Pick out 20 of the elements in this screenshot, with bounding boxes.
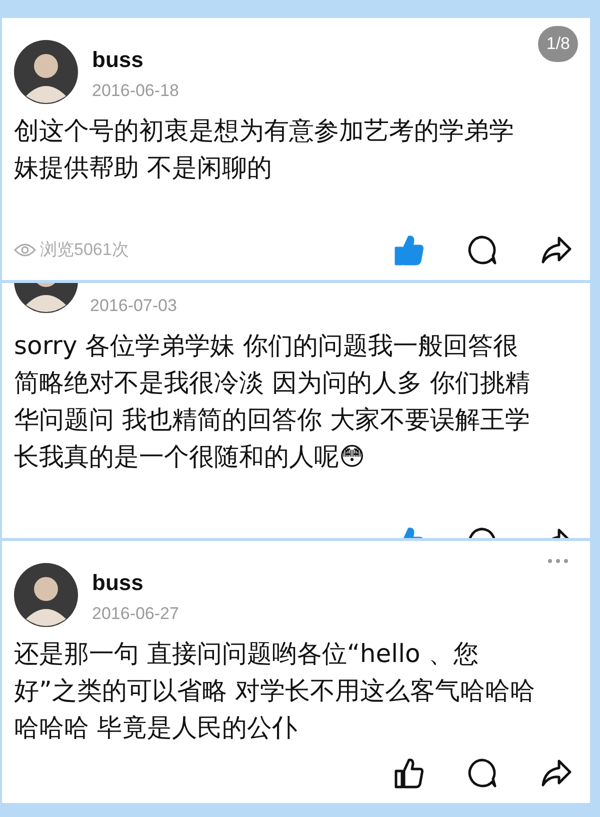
post-date: 2016-07-03 (90, 295, 177, 317)
page-counter: 1/8 (538, 26, 578, 62)
post-text: 还是那一句 直接问问题哟各位“hello 、您好”之类的可以省略 对学长不用这么客气哈哈哈哈哈哈 毕竟是人民的公仆 (14, 638, 536, 744)
avatar (14, 563, 78, 627)
eye-icon (14, 243, 36, 257)
avatar (14, 40, 78, 104)
username[interactable]: buss (92, 569, 179, 597)
share-icon[interactable] (540, 235, 572, 265)
share-icon[interactable] (540, 758, 572, 788)
post-date: 2016-06-18 (92, 80, 179, 102)
thumbs-up-icon[interactable] (394, 234, 424, 266)
comment-icon[interactable] (466, 234, 498, 266)
thumbs-up-icon[interactable] (394, 757, 424, 789)
username[interactable]: buss (92, 46, 179, 74)
comment-icon[interactable] (466, 757, 498, 789)
more-icon[interactable] (548, 559, 568, 563)
view-count: 浏览5061次 (40, 239, 129, 262)
post-date: 2016-06-27 (92, 603, 179, 625)
post-text: sorry 各位学弟学妹 你们的问题我一般回答很简略绝对不是我很冷淡 因为问的人多 你们挑精华问题问 我也精简的回答你 大家不要误解王学长我真的是一个很随和的人呢😳 (14, 330, 531, 472)
post-text: 创这个号的初衷是想为有意参加艺考的学弟学妹提供帮助 不是闲聊的 (14, 115, 515, 184)
